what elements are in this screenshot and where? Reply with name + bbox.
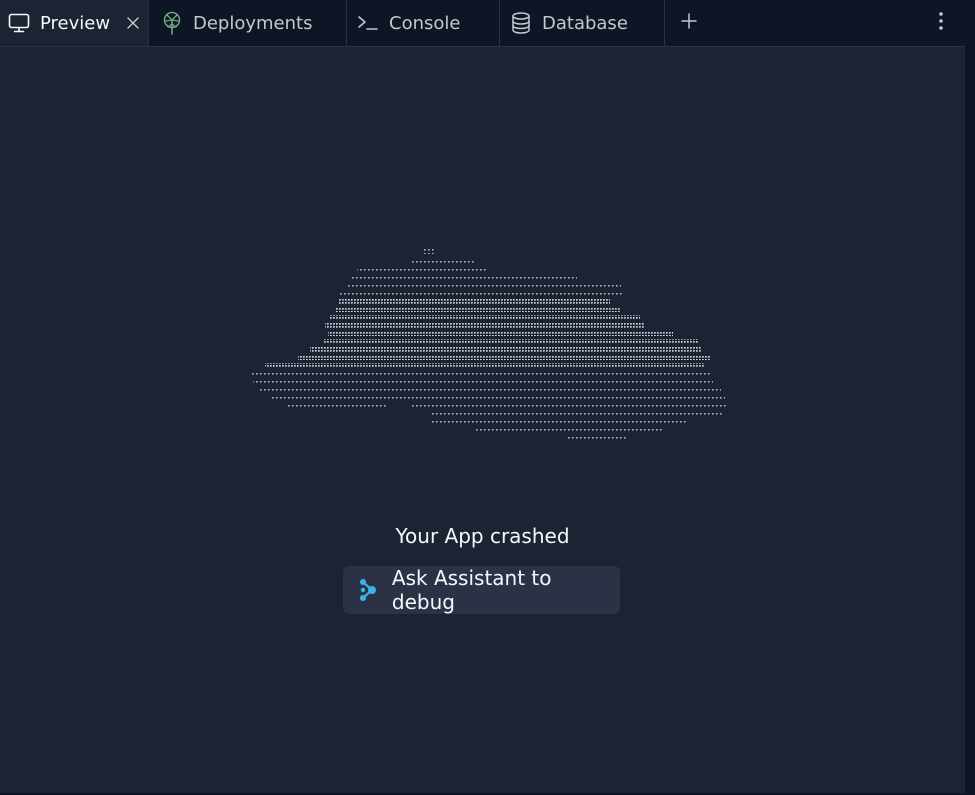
plus-icon bbox=[681, 13, 697, 33]
ascii-art-row bbox=[328, 331, 673, 336]
tab-database[interactable]: Database bbox=[500, 0, 665, 46]
ascii-art-row bbox=[330, 315, 640, 320]
ascii-art-row bbox=[298, 355, 710, 360]
ascii-art-row bbox=[432, 411, 722, 416]
ascii-art-row bbox=[253, 379, 713, 384]
database-icon bbox=[510, 12, 532, 34]
tab-preview[interactable]: Preview bbox=[0, 0, 149, 46]
ascii-art-row bbox=[412, 259, 474, 264]
tab-console-label: Console bbox=[389, 12, 461, 34]
ascii-art-row bbox=[352, 275, 577, 280]
ask-assistant-debug-button[interactable]: Ask Assistant to debug bbox=[343, 566, 620, 614]
terminal-icon bbox=[357, 12, 379, 34]
ascii-art-row bbox=[338, 299, 610, 304]
assistant-icon bbox=[357, 578, 379, 602]
tab-preview-label: Preview bbox=[40, 12, 111, 34]
monitor-icon bbox=[8, 12, 30, 34]
tab-console[interactable]: Console bbox=[347, 0, 500, 46]
kebab-menu-icon bbox=[938, 11, 944, 35]
tab-bar-spacer bbox=[713, 0, 917, 46]
ascii-art-row bbox=[310, 347, 702, 352]
tab-database-label: Database bbox=[542, 12, 628, 34]
ascii-art-row bbox=[324, 339, 699, 344]
ascii-art-row bbox=[265, 363, 705, 368]
ascii-art-row bbox=[357, 267, 487, 272]
app-window: Preview Deployments Console Database You… bbox=[0, 0, 975, 795]
ascii-art-row bbox=[340, 291, 622, 296]
more-options-button[interactable] bbox=[917, 0, 965, 46]
ascii-art-row bbox=[336, 307, 621, 312]
ascii-art-row bbox=[346, 283, 621, 288]
cloud-ascii-art bbox=[250, 249, 726, 440]
ascii-art-row bbox=[432, 419, 687, 424]
ascii-art-row bbox=[286, 403, 386, 408]
ascii-art-row bbox=[568, 435, 628, 440]
close-icon[interactable] bbox=[126, 16, 140, 30]
tab-bar: Preview Deployments Console Database bbox=[0, 0, 965, 47]
ascii-art-row bbox=[476, 427, 662, 432]
ascii-art-row bbox=[325, 323, 645, 328]
ascii-art-row bbox=[270, 395, 725, 400]
add-tab-button[interactable] bbox=[665, 0, 713, 46]
ascii-art-row bbox=[422, 249, 434, 254]
crash-message: Your App crashed bbox=[395, 524, 570, 548]
ascii-art-row bbox=[250, 371, 710, 376]
deployments-icon bbox=[161, 11, 183, 35]
ascii-art-row bbox=[258, 387, 721, 392]
debug-button-label: Ask Assistant to debug bbox=[391, 566, 552, 614]
ascii-art-row bbox=[410, 403, 726, 408]
tab-deployments[interactable]: Deployments bbox=[149, 0, 347, 46]
tab-deployments-label: Deployments bbox=[193, 12, 313, 34]
